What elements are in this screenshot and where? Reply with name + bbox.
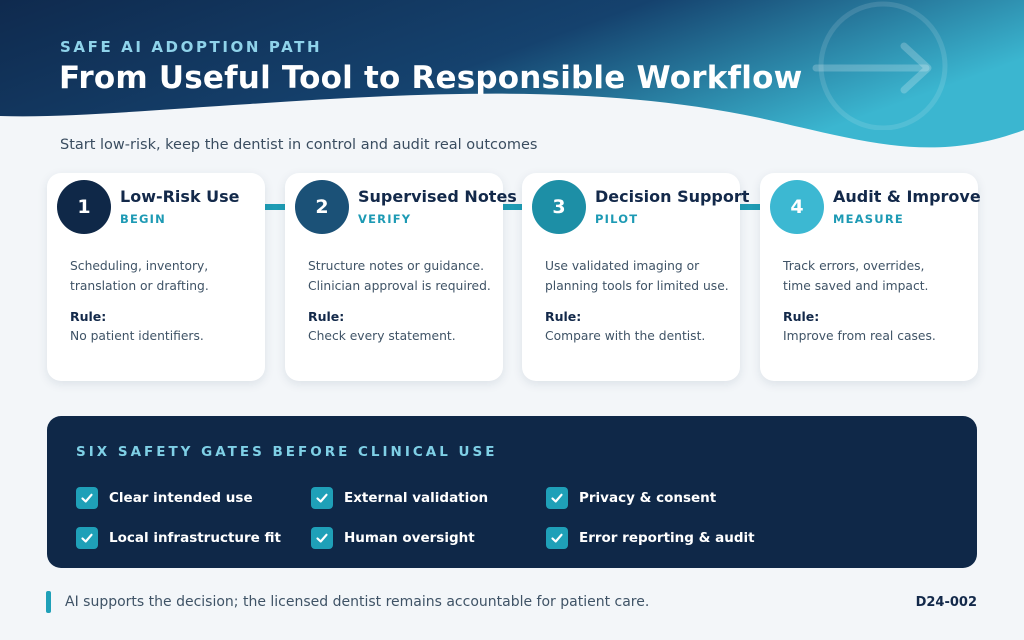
gate-item: Clear intended use bbox=[76, 487, 253, 509]
rule-label: Rule: bbox=[545, 309, 582, 324]
footer-accent-bar bbox=[46, 591, 51, 613]
gate-item: Human oversight bbox=[311, 527, 475, 549]
rule-label: Rule: bbox=[308, 309, 345, 324]
gate-label: External validation bbox=[344, 490, 489, 506]
step-description: Track errors, overrides, time saved and … bbox=[783, 256, 973, 296]
step-description-line: time saved and impact. bbox=[783, 279, 929, 293]
step-number-badge: 1 bbox=[57, 180, 111, 234]
check-icon bbox=[311, 527, 333, 549]
gate-item: Error reporting & audit bbox=[546, 527, 755, 549]
gate-item: External validation bbox=[311, 487, 488, 509]
gate-item: Privacy & consent bbox=[546, 487, 716, 509]
step-description-line: Scheduling, inventory, bbox=[70, 259, 209, 273]
step-description-line: Use validated imaging or bbox=[545, 259, 700, 273]
step-description-line: translation or drafting. bbox=[70, 279, 209, 293]
step-card-1: 1 Low-Risk Use BEGIN Scheduling, invento… bbox=[47, 173, 265, 381]
gate-label: Human oversight bbox=[344, 530, 475, 546]
gate-item: Local infrastructure fit bbox=[76, 527, 281, 549]
gate-label: Local infrastructure fit bbox=[109, 530, 281, 546]
step-number-badge: 4 bbox=[770, 180, 824, 234]
rule-text: Improve from real cases. bbox=[783, 329, 936, 343]
step-description: Use validated imaging or planning tools … bbox=[545, 256, 735, 296]
step-description: Scheduling, inventory, translation or dr… bbox=[70, 256, 260, 296]
step-number-badge: 2 bbox=[295, 180, 349, 234]
step-tag: BEGIN bbox=[120, 212, 166, 226]
step-description-line: planning tools for limited use. bbox=[545, 279, 729, 293]
step-description-line: Structure notes or guidance. bbox=[308, 259, 485, 273]
step-description-line: Clinician approval is required. bbox=[308, 279, 491, 293]
step-title: Decision Support bbox=[595, 187, 750, 206]
rule-label: Rule: bbox=[783, 309, 820, 324]
step-tag: VERIFY bbox=[358, 212, 412, 226]
page-subtitle: Start low-risk, keep the dentist in cont… bbox=[60, 137, 538, 153]
safety-gates-title: SIX SAFETY GATES BEFORE CLINICAL USE bbox=[76, 444, 498, 460]
footer-note: AI supports the decision; the licensed d… bbox=[65, 594, 650, 610]
check-icon bbox=[76, 527, 98, 549]
arrow-right-icon bbox=[812, 1, 948, 130]
step-card-3: 3 Decision Support PILOT Use validated i… bbox=[522, 173, 749, 381]
step-title: Supervised Notes bbox=[358, 187, 517, 206]
rule-text: Check every statement. bbox=[308, 329, 456, 343]
rule-text: Compare with the dentist. bbox=[545, 329, 706, 343]
rule-label: Rule: bbox=[70, 309, 107, 324]
safety-gates-panel: SIX SAFETY GATES BEFORE CLINICAL USE Cle… bbox=[47, 416, 977, 568]
check-icon bbox=[311, 487, 333, 509]
step-title: Audit & Improve bbox=[833, 187, 981, 206]
eyebrow-label: SAFE AI ADOPTION PATH bbox=[60, 38, 323, 56]
rule-text: No patient identifiers. bbox=[70, 329, 204, 343]
gate-label: Error reporting & audit bbox=[579, 530, 755, 546]
gate-label: Privacy & consent bbox=[579, 490, 717, 506]
step-tag: MEASURE bbox=[833, 212, 904, 226]
step-card-4: 4 Audit & Improve MEASURE Track errors, … bbox=[760, 173, 981, 381]
step-description-line: Track errors, overrides, bbox=[783, 259, 925, 273]
check-icon bbox=[546, 487, 568, 509]
document-code: D24-002 bbox=[915, 595, 977, 610]
step-card-2: 2 Supervised Notes VERIFY Structure note… bbox=[285, 173, 517, 381]
step-number-badge: 3 bbox=[532, 180, 586, 234]
page-title: From Useful Tool to Responsible Workflow bbox=[59, 60, 803, 96]
check-icon bbox=[76, 487, 98, 509]
step-title: Low-Risk Use bbox=[120, 187, 240, 206]
step-tag: PILOT bbox=[595, 212, 639, 226]
step-description: Structure notes or guidance. Clinician a… bbox=[308, 256, 498, 296]
gate-label: Clear intended use bbox=[109, 490, 253, 506]
check-icon bbox=[546, 527, 568, 549]
